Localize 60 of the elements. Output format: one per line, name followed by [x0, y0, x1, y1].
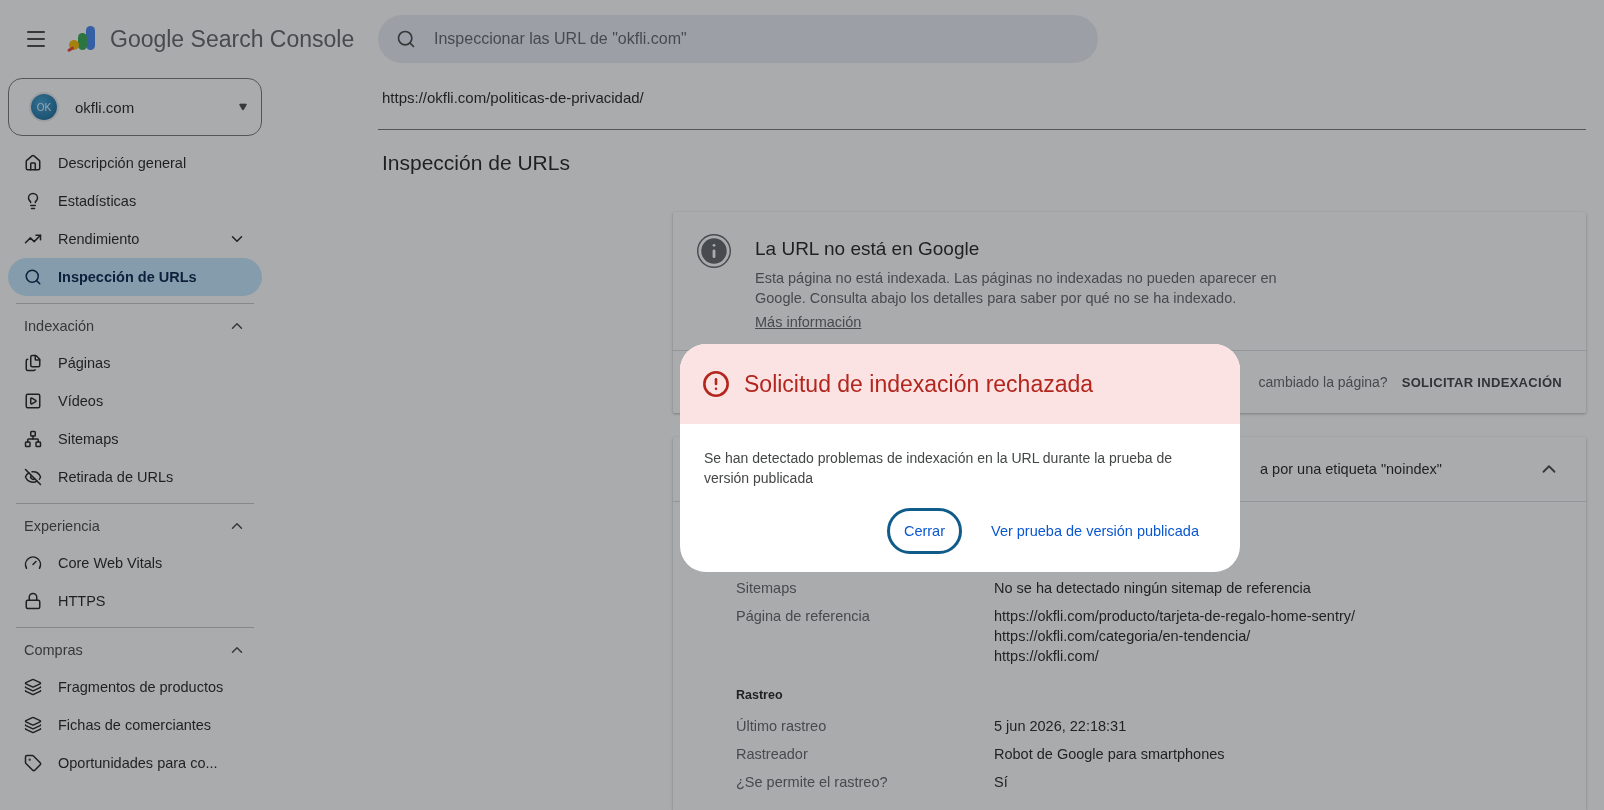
play-icon — [24, 392, 42, 410]
page-title: Inspección de URLs — [382, 151, 571, 175]
nav-item[interactable]: Rendimiento — [8, 220, 262, 258]
tag-icon — [24, 754, 42, 772]
nav-item[interactable]: Páginas — [8, 344, 262, 382]
page-changed-prompt: cambiado la página? — [1258, 374, 1388, 390]
gauge-icon — [24, 554, 42, 572]
status-description: Esta página no está indexada. Las páginas no indexadas no pueden aparecer en Google. Consulta abajo los detalles para saber por qué no se ha indexado. — [755, 269, 1278, 308]
search-icon — [396, 29, 416, 49]
nav-item[interactable]: Oportunidades para co... — [8, 744, 262, 782]
details-summary: a por una etiqueta "noindex" — [1260, 461, 1442, 477]
section-header[interactable]: Compras — [8, 632, 262, 668]
request-indexing-button[interactable]: SOLICITAR INDEXACIÓN — [1397, 368, 1566, 396]
close-button[interactable]: Cerrar — [886, 508, 962, 554]
detail-value: Sí — [994, 773, 1009, 792]
alert-icon — [702, 370, 730, 398]
detail-value: https://okfli.com/categoria/en-tendencia/ — [994, 627, 1252, 646]
layers-icon — [24, 716, 42, 734]
bar-chart-logo-icon — [66, 24, 98, 54]
detail-label: ¿Se permite el rastreo? — [736, 773, 889, 792]
detail-label: Rastreador — [736, 745, 809, 764]
section-heading: Rastreo — [736, 688, 784, 702]
dialog-title: Solicitud de indexación rechazada — [744, 370, 1094, 398]
lock-icon — [24, 592, 42, 610]
layers-icon — [24, 678, 42, 696]
nav-item[interactable]: Fichas de comerciantes — [8, 706, 262, 744]
info-icon — [697, 234, 731, 268]
nav-item[interactable]: HTTPS — [8, 582, 262, 620]
search-field[interactable]: Inspeccionar las URL de "okfli.com" — [378, 15, 1098, 63]
eye-off-icon — [24, 468, 42, 486]
detail-label: Sitemaps — [736, 579, 798, 598]
section-header[interactable]: Experiencia — [8, 508, 262, 544]
nav-item[interactable]: Vídeos — [8, 382, 262, 420]
dialog-message: Se han detectado problemas de indexación en la URL durante la prueba de versión publicada — [704, 449, 1174, 488]
nav-item[interactable]: Fragmentos de productos — [8, 668, 262, 706]
nav-item[interactable]: Core Web Vitals — [8, 544, 262, 582]
status-title: La URL no está en Google — [755, 238, 981, 260]
detail-label: Último rastreo — [736, 717, 828, 736]
detail-value: 5 jun 2026, 22:18:31 — [994, 717, 1128, 736]
section-header[interactable]: Indexación — [8, 308, 262, 344]
nav-item[interactable]: Descripción general — [8, 144, 262, 182]
nav-item[interactable]: Estadísticas — [8, 182, 262, 220]
home-icon — [24, 154, 42, 172]
app-title: Google Search Console — [110, 25, 355, 53]
search-icon — [24, 268, 42, 286]
detail-value: https://okfli.com/producto/tarjeta-de-regalo-home-sentry/ — [994, 607, 1357, 626]
property-selector[interactable]: OK okfli.com — [8, 78, 262, 136]
nav-item[interactable]: Retirada de URLs — [8, 458, 262, 496]
dropdown-caret-icon — [239, 103, 247, 111]
detail-value: https://okfli.com/ — [994, 647, 1100, 666]
inspected-url: https://okfli.com/politicas-de-privacidad/ — [378, 78, 1586, 130]
sitemap-icon — [24, 430, 42, 448]
pages-icon — [24, 354, 42, 372]
nav-item[interactable]: Sitemaps — [8, 420, 262, 458]
detail-value: No se ha detectado ningún sitemap de referencia — [994, 579, 1312, 598]
more-info-link[interactable]: Más información — [755, 314, 862, 330]
detail-value: Robot de Google para smartphones — [994, 745, 1226, 764]
avatar: OK — [31, 94, 57, 120]
detail-label: Página de referencia — [736, 607, 871, 626]
nav-item[interactable]: Inspección de URLs — [8, 258, 262, 296]
